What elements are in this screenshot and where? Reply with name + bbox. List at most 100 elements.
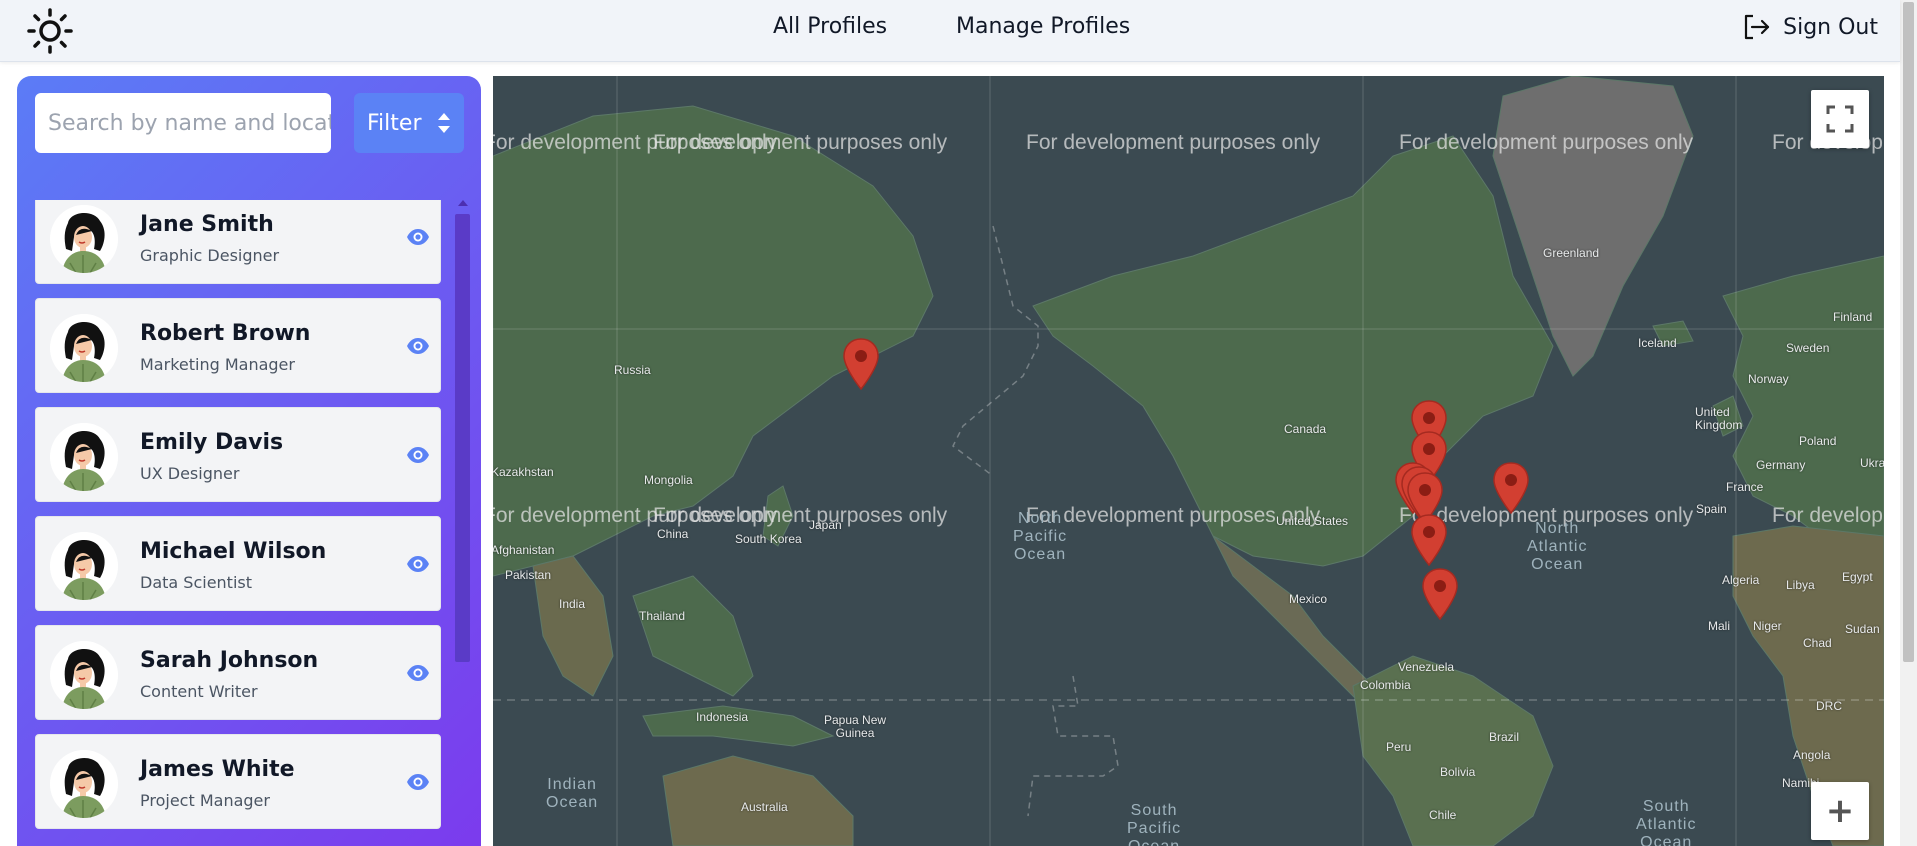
label-niger: Niger: [1753, 619, 1782, 633]
label-australia: Australia: [741, 800, 788, 814]
profile-role: Data Scientist: [140, 573, 252, 592]
watermark: For development purposes only: [1399, 131, 1694, 154]
filter-label: Filter: [367, 110, 422, 136]
label-bolivia: Bolivia: [1440, 765, 1476, 779]
avatar: [50, 205, 118, 273]
profile-name: Jane Smith: [140, 212, 274, 237]
label-angola: Angola: [1793, 748, 1831, 762]
map-view[interactable]: For development purposes only For develo…: [493, 76, 1884, 846]
search-input[interactable]: [48, 110, 331, 136]
avatar: [50, 750, 118, 818]
avatar: [50, 641, 118, 709]
label-north-atlantic: North Atlantic Ocean: [1527, 520, 1588, 573]
label-russia: Russia: [614, 363, 651, 377]
label-south-atlantic: South Atlantic Ocean: [1636, 798, 1697, 846]
label-germany: Germany: [1756, 458, 1806, 472]
map-marker[interactable]: [1493, 462, 1529, 514]
label-france: France: [1726, 480, 1764, 494]
label-colombia: Colombia: [1360, 678, 1411, 692]
map-marker[interactable]: [1422, 568, 1458, 620]
label-afghanistan: Afghanistan: [493, 543, 555, 557]
profile-role: Graphic Designer: [140, 246, 280, 265]
label-india: India: [559, 597, 586, 611]
profile-card[interactable]: Emily Davis UX Designer: [35, 407, 441, 502]
profile-name: Emily Davis: [140, 430, 284, 455]
label-uk: United Kingdom: [1695, 405, 1743, 432]
label-finland: Finland: [1833, 310, 1873, 324]
avatar: [50, 423, 118, 491]
search-box: [35, 93, 331, 153]
label-mexico: Mexico: [1289, 592, 1328, 606]
profile-card[interactable]: Jane Smith Graphic Designer: [35, 200, 441, 284]
profile-card[interactable]: Michael Wilson Data Scientist: [35, 516, 441, 611]
profile-list[interactable]: James White Project Manager Sarah Johnson…: [17, 200, 481, 846]
sun-icon[interactable]: [26, 7, 74, 55]
label-drc: DRC: [1816, 699, 1842, 713]
label-usa: United States: [1276, 514, 1349, 528]
label-peru: Peru: [1386, 740, 1412, 754]
sign-out-button[interactable]: Sign Out: [1741, 12, 1878, 42]
zoom-in-button[interactable]: +: [1811, 782, 1869, 840]
label-canada: Canada: [1284, 422, 1327, 436]
label-papua: Papua New Guinea: [824, 713, 887, 740]
map-marker[interactable]: [843, 338, 879, 390]
top-navbar: All Profiles Manage Profiles Sign Out: [0, 0, 1900, 62]
label-algeria: Algeria: [1722, 573, 1760, 587]
profile-role: Marketing Manager: [140, 355, 295, 374]
label-south-pacific: South Pacific Ocean: [1127, 802, 1182, 846]
profile-card[interactable]: James White Project Manager: [35, 734, 441, 829]
profile-name: Robert Brown: [140, 321, 311, 346]
list-scrollbar-thumb[interactable]: [455, 214, 470, 662]
label-libya: Libya: [1786, 578, 1815, 592]
profile-card[interactable]: Robert Brown Marketing Manager: [35, 298, 441, 393]
map-marker[interactable]: [1411, 514, 1447, 566]
label-egypt: Egypt: [1842, 570, 1873, 584]
profile-role: UX Designer: [140, 464, 240, 483]
sign-out-icon: [1745, 14, 1770, 40]
label-greenland: Greenland: [1543, 246, 1600, 260]
nav-manage-profiles[interactable]: Manage Profiles: [956, 14, 1130, 39]
profile-role: Content Writer: [140, 682, 258, 701]
label-poland: Poland: [1799, 434, 1837, 448]
label-indian-ocean: Indian Ocean: [546, 776, 599, 811]
watermark: For development purposes only: [1772, 504, 1884, 527]
fullscreen-button[interactable]: [1811, 90, 1869, 148]
label-mali: Mali: [1708, 619, 1731, 633]
label-chad: Chad: [1803, 636, 1832, 650]
page-scrollbar[interactable]: [1900, 0, 1917, 846]
label-thailand: Thailand: [639, 609, 686, 623]
label-iceland: Iceland: [1638, 336, 1677, 350]
label-sudan: Sudan: [1845, 622, 1880, 636]
label-norway: Norway: [1748, 372, 1789, 386]
zoom-in-label: +: [1825, 791, 1855, 831]
filter-button[interactable]: Filter: [354, 93, 464, 153]
watermark: For development purposes only: [653, 504, 948, 527]
label-south-korea: South Korea: [735, 532, 802, 546]
label-brazil: Brazil: [1489, 730, 1520, 744]
fullscreen-icon: [1826, 105, 1854, 133]
sort-icon: [438, 113, 451, 133]
label-spain: Spain: [1696, 502, 1727, 516]
view-eye-icon[interactable]: [406, 334, 430, 358]
view-eye-icon[interactable]: [406, 661, 430, 685]
list-scroll-up-arrow[interactable]: [458, 200, 468, 206]
label-kazakhstan: Kazakhstan: [493, 465, 554, 479]
label-chile: Chile: [1429, 808, 1457, 822]
profile-name: Sarah Johnson: [140, 648, 319, 673]
label-north-pacific: North Pacific Ocean: [1013, 510, 1068, 563]
map-background: [493, 76, 1884, 846]
view-eye-icon[interactable]: [406, 770, 430, 794]
sign-out-label: Sign Out: [1783, 14, 1878, 40]
profile-name: Michael Wilson: [140, 539, 327, 564]
avatar: [50, 532, 118, 600]
view-eye-icon[interactable]: [406, 443, 430, 467]
view-eye-icon[interactable]: [406, 225, 430, 249]
profile-card[interactable]: Sarah Johnson Content Writer: [35, 625, 441, 720]
nav-all-profiles[interactable]: All Profiles: [773, 14, 887, 39]
page-scrollbar-thumb[interactable]: [1903, 2, 1914, 662]
profile-name: James White: [140, 757, 295, 782]
view-eye-icon[interactable]: [406, 552, 430, 576]
label-mongolia: Mongolia: [644, 473, 693, 487]
label-pakistan: Pakistan: [505, 568, 552, 582]
avatar: [50, 314, 118, 382]
